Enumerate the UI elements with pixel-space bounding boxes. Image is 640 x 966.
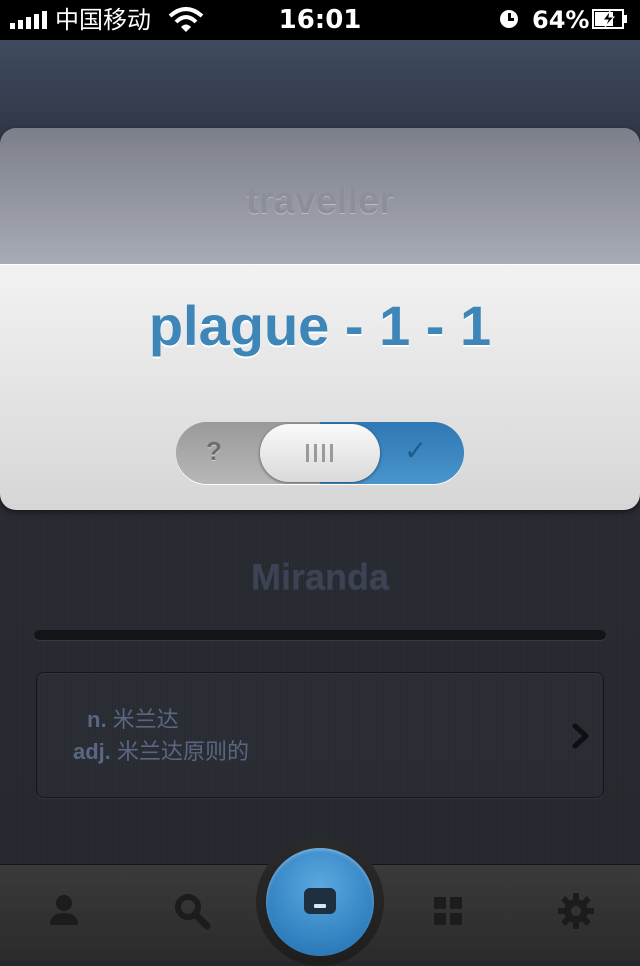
part-of-speech: n. xyxy=(87,707,107,732)
flash-card[interactable]: traveller plague - 1 - 1 ? ✓ xyxy=(0,128,640,510)
definition-text: 米兰达原则的 xyxy=(110,739,250,764)
alarm-clock-icon xyxy=(500,10,518,28)
definition-line: adj. 米兰达原则的 xyxy=(73,739,249,765)
answer-slider[interactable]: ? ✓ xyxy=(176,422,464,484)
slider-knob[interactable] xyxy=(260,424,380,482)
definition-box[interactable]: n. 米兰达 adj. 米兰达原则的 xyxy=(36,672,604,798)
progress-track xyxy=(34,630,606,640)
previous-word-panel: traveller xyxy=(0,128,640,264)
chevron-right-icon xyxy=(572,723,589,749)
center-button-ring xyxy=(256,838,384,966)
status-bar: 中国移动 16:01 64% xyxy=(0,0,640,40)
check-mark-icon: ✓ xyxy=(404,435,428,466)
question-mark-icon: ? xyxy=(206,436,222,466)
definition-text: 米兰达 xyxy=(106,707,179,732)
search-icon[interactable] xyxy=(172,891,212,931)
battery-charging-icon xyxy=(592,9,627,29)
card-icon xyxy=(304,888,336,914)
part-of-speech: adj. xyxy=(73,739,111,764)
person-icon[interactable] xyxy=(44,891,84,931)
gear-icon[interactable] xyxy=(556,891,596,931)
definition-line: n. 米兰达 xyxy=(87,707,179,733)
center-action-button[interactable] xyxy=(266,848,374,956)
grid-icon[interactable] xyxy=(428,891,468,931)
current-word: plague - 1 - 1 xyxy=(148,294,492,357)
headword: Miranda xyxy=(250,556,390,597)
grip-icon xyxy=(306,444,334,462)
previous-word: traveller xyxy=(246,180,394,222)
battery-percent: 64% xyxy=(532,6,590,34)
